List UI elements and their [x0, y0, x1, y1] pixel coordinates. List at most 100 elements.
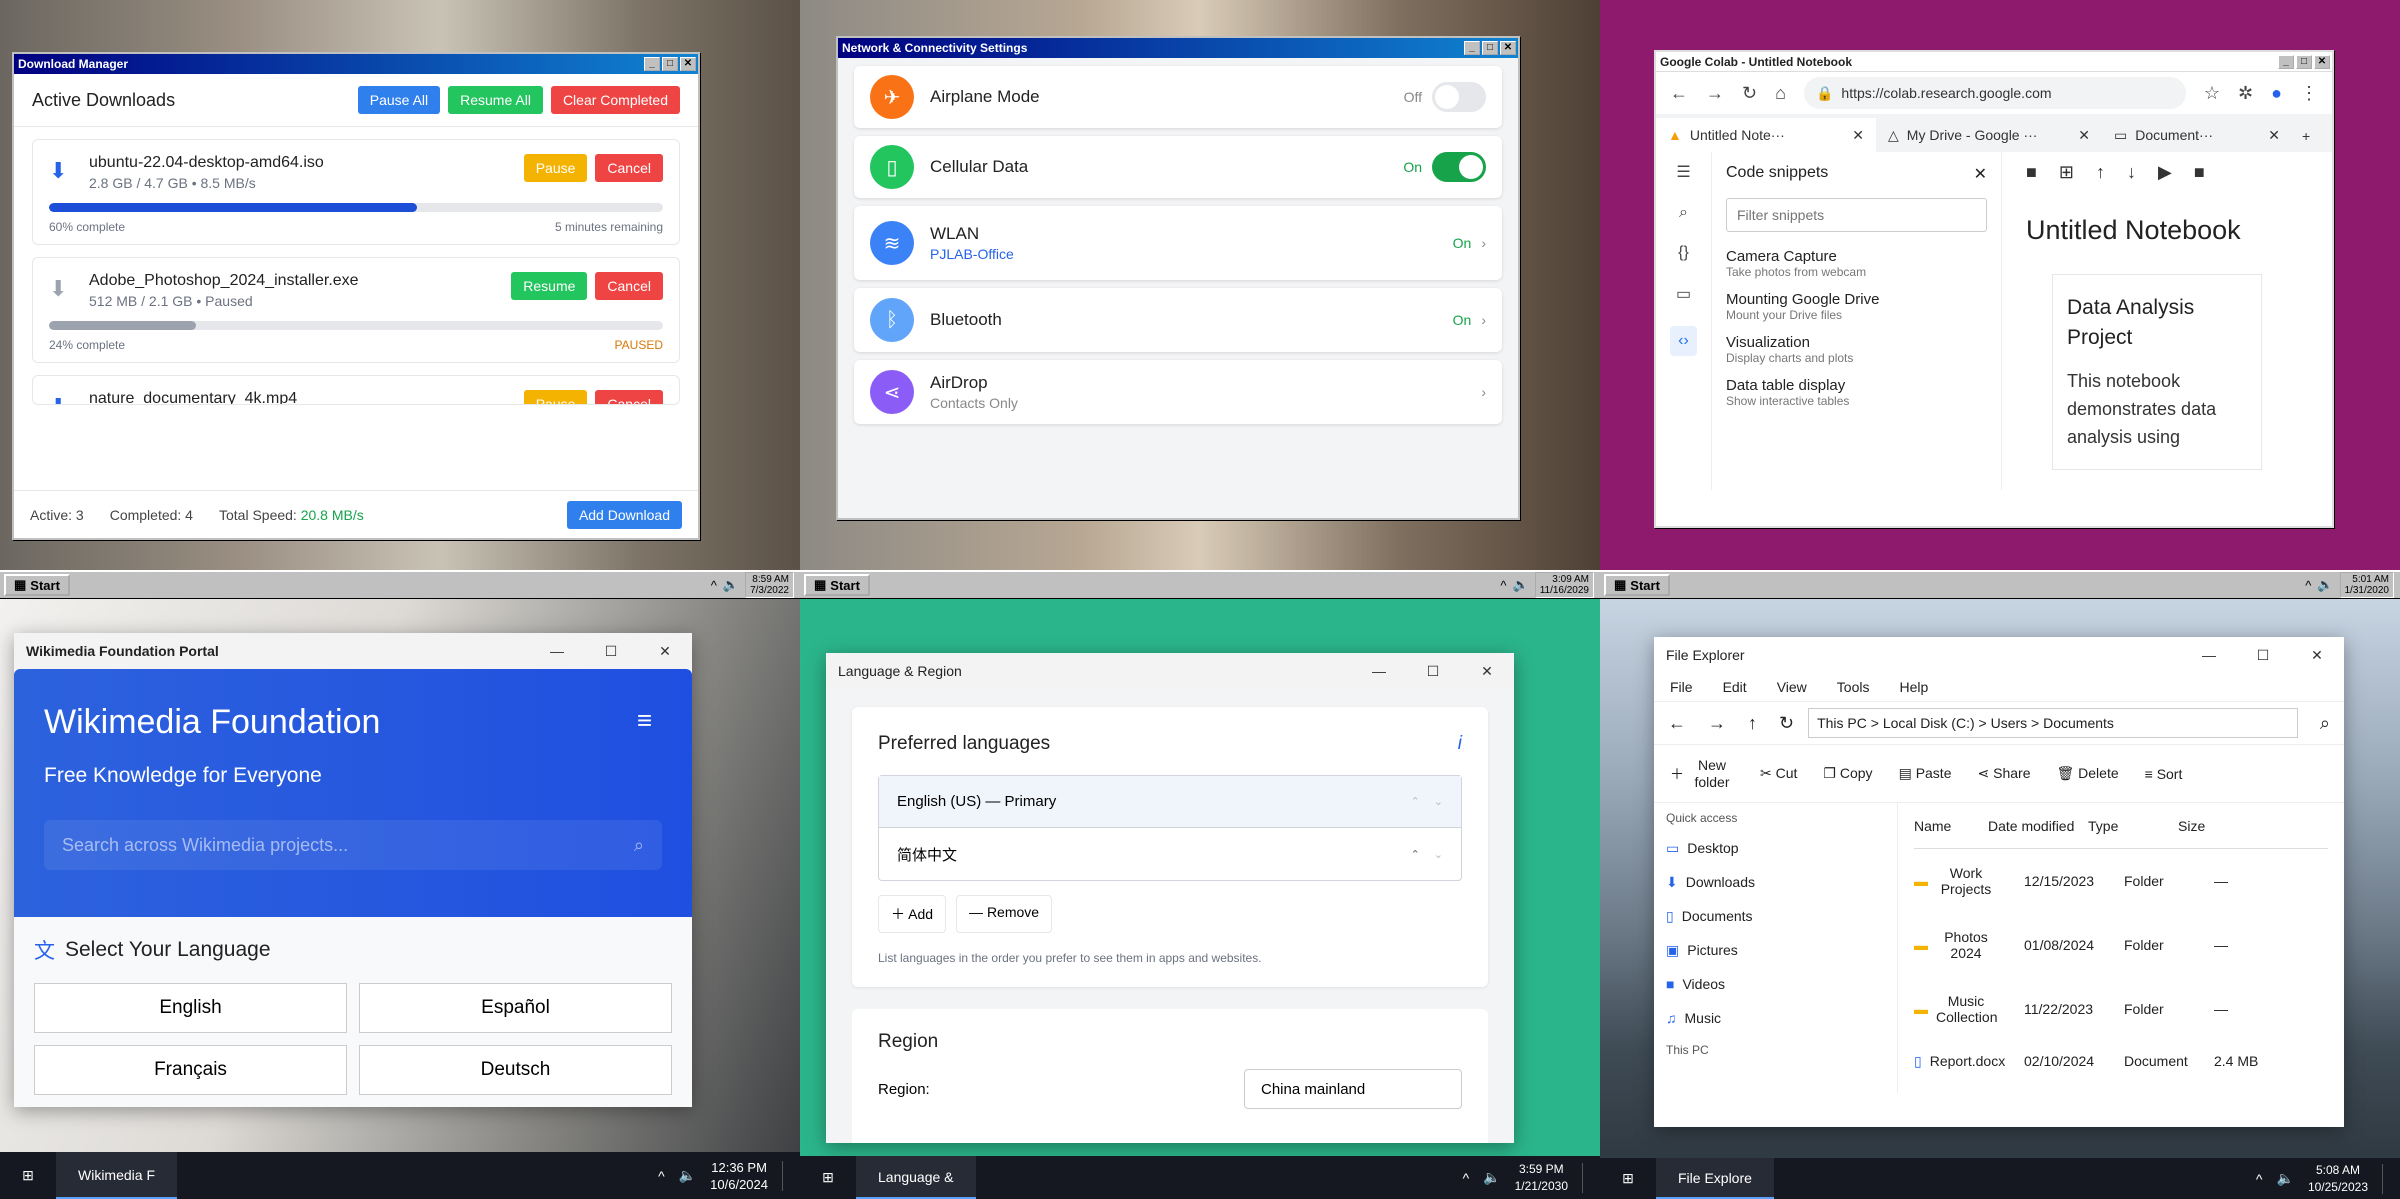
paste-button[interactable]: ▤ Paste	[1899, 765, 1952, 782]
chevron-up-icon[interactable]: ^	[658, 1168, 665, 1184]
panel-close-icon[interactable]: ✕	[1974, 164, 1987, 184]
speaker-icon[interactable]: 🔈	[723, 577, 739, 593]
filter-snippets-input[interactable]	[1726, 198, 1987, 232]
copy-button[interactable]: ❐ Copy	[1823, 765, 1872, 782]
speaker-icon[interactable]: 🔈	[679, 1167, 696, 1184]
table-row[interactable]: ▯ Report.docx 02/10/2024 Document 2.4 MB	[1914, 1041, 2328, 1081]
back-icon[interactable]: ←	[1668, 713, 1686, 734]
resume-button[interactable]: Resume	[511, 272, 588, 300]
tab-close-icon[interactable]: ✕	[2078, 127, 2090, 144]
close-button[interactable]: ✕	[1460, 663, 1514, 680]
minimize-button[interactable]: _	[1464, 41, 1480, 55]
snippet-item[interactable]: Camera Capture Take photos from webcam	[1726, 248, 1987, 279]
close-button[interactable]: ✕	[638, 643, 692, 660]
toc-icon[interactable]: ☰	[1676, 162, 1690, 182]
folder-icon[interactable]: ▭	[1676, 284, 1691, 304]
chevron-up-icon[interactable]: ^	[2305, 578, 2311, 593]
start-button[interactable]: ▦ Start	[4, 574, 70, 596]
forward-icon[interactable]: →	[1708, 713, 1726, 734]
new-tab-icon[interactable]: +	[2292, 128, 2320, 152]
windows-start-icon[interactable]: ⊞	[800, 1169, 856, 1186]
col-date[interactable]: Date modified	[1988, 818, 2088, 834]
sidebar-item-downloads[interactable]: ⬇ Downloads	[1666, 865, 1885, 899]
search-icon[interactable]: ⌕	[2320, 713, 2330, 734]
tab-my-drive[interactable]: △ My Drive - Google ··· ✕	[1876, 118, 2102, 152]
show-desktop[interactable]	[1582, 1162, 1586, 1193]
up-icon[interactable]: ↑	[1748, 713, 1757, 734]
cancel-button[interactable]: Cancel	[595, 272, 663, 300]
language-english[interactable]: English	[34, 983, 347, 1033]
taskbar-app[interactable]: Wikimedia F	[56, 1152, 178, 1199]
extension-icon[interactable]: ✲	[2238, 83, 2253, 104]
variables-icon[interactable]: {}	[1678, 244, 1689, 262]
tab-close-icon[interactable]: ✕	[1852, 127, 1864, 144]
cancel-button[interactable]: Cancel	[595, 390, 663, 404]
table-row[interactable]: ▬ Work Projects 12/15/2023 Folder —	[1914, 849, 2328, 913]
add-cell-icon[interactable]: ⊞	[2059, 162, 2074, 183]
setting-bluetooth[interactable]: ᛒ Bluetooth On ›	[854, 288, 1502, 352]
windows-start-icon[interactable]: ⊞	[0, 1167, 56, 1184]
language-espanol[interactable]: Español	[359, 983, 672, 1033]
share-button[interactable]: ⋖ Share	[1978, 765, 2031, 782]
stop-icon[interactable]: ■	[2194, 162, 2205, 183]
home-icon[interactable]: ⌂	[1775, 83, 1786, 104]
new-folder-button[interactable]: ＋ New folder	[1670, 757, 1734, 791]
setting-airplane-mode[interactable]: ✈ Airplane Mode Off	[854, 66, 1502, 128]
col-type[interactable]: Type	[2088, 818, 2178, 834]
tab-document[interactable]: ▭ Document··· ✕	[2102, 118, 2292, 152]
move-up-icon[interactable]: ↑	[2096, 162, 2105, 183]
show-desktop[interactable]	[2382, 1163, 2386, 1194]
resume-all-button[interactable]: Resume All	[448, 86, 543, 114]
search-icon[interactable]: ⌕	[634, 835, 644, 856]
minimize-button[interactable]: —	[2182, 647, 2236, 664]
chevron-up-icon[interactable]: ^	[2256, 1171, 2263, 1187]
run-icon[interactable]: ▶	[2158, 162, 2172, 183]
sidebar-item-videos[interactable]: ■ Videos	[1666, 967, 1885, 1001]
language-row-english[interactable]: English (US) — Primary ⌃ ⌄	[879, 776, 1461, 828]
speaker-icon[interactable]: 🔈	[1513, 577, 1529, 593]
start-button[interactable]: ▦ Start	[804, 574, 870, 596]
minimize-button[interactable]: —	[530, 643, 584, 660]
star-icon[interactable]: ☆	[2204, 83, 2220, 104]
start-button[interactable]: ▦ Start	[1604, 574, 1670, 596]
remove-language-button[interactable]: — Remove	[956, 895, 1053, 933]
sort-button[interactable]: ≡ Sort	[2145, 766, 2183, 782]
chevron-up-icon[interactable]: ^	[1463, 1170, 1470, 1186]
setting-wlan[interactable]: ≋ WLAN PJLAB-Office On ›	[854, 206, 1502, 280]
language-deutsch[interactable]: Deutsch	[359, 1045, 672, 1095]
col-size[interactable]: Size	[2178, 818, 2238, 834]
cancel-button[interactable]: Cancel	[595, 154, 663, 182]
cellular-toggle[interactable]	[1432, 152, 1486, 182]
delete-button[interactable]: 🗑 Delete	[2056, 765, 2118, 782]
forward-icon[interactable]: →	[1706, 83, 1724, 104]
minimize-button[interactable]: _	[2278, 54, 2294, 69]
move-up-icon[interactable]: ⌃	[1411, 795, 1420, 808]
language-row-chinese[interactable]: 简体中文 ⌃ ⌄	[879, 828, 1461, 880]
menu-file[interactable]: File	[1670, 679, 1693, 695]
tab-untitled-notebook[interactable]: ▲ Untitled Note··· ✕	[1656, 118, 1876, 152]
reload-icon[interactable]: ↻	[1742, 83, 1757, 104]
add-download-button[interactable]: Add Download	[566, 500, 682, 529]
pause-button[interactable]: Pause	[523, 154, 588, 182]
sidebar-item-music[interactable]: ♫ Music	[1666, 1001, 1885, 1035]
sidebar-item-documents[interactable]: ▯ Documents	[1666, 899, 1885, 933]
close-button[interactable]: ✕	[1500, 41, 1516, 55]
menu-tools[interactable]: Tools	[1837, 679, 1870, 695]
profile-icon[interactable]: ●	[2271, 83, 2282, 104]
snippet-item[interactable]: Data table display Show interactive table…	[1726, 377, 1987, 408]
refresh-icon[interactable]: ↻	[1779, 713, 1794, 734]
move-down-icon[interactable]: ⌄	[1434, 795, 1443, 808]
cut-button[interactable]: ✂ Cut	[1760, 765, 1797, 782]
snippet-item[interactable]: Visualization Display charts and plots	[1726, 334, 1987, 365]
move-up-icon[interactable]: ⌃	[1411, 848, 1420, 861]
menu-edit[interactable]: Edit	[1723, 679, 1747, 695]
speaker-icon[interactable]: 🔈	[2317, 577, 2333, 593]
more-icon[interactable]: ⋮	[2300, 83, 2318, 104]
add-language-button[interactable]: ＋ Add	[878, 895, 947, 933]
setting-cellular-data[interactable]: ▯ Cellular Data On	[854, 136, 1502, 198]
maximize-button[interactable]: ☐	[2236, 647, 2290, 664]
minimize-button[interactable]: —	[1352, 663, 1406, 680]
menu-help[interactable]: Help	[1899, 679, 1928, 695]
tab-close-icon[interactable]: ✕	[2268, 127, 2280, 144]
menu-view[interactable]: View	[1777, 679, 1807, 695]
